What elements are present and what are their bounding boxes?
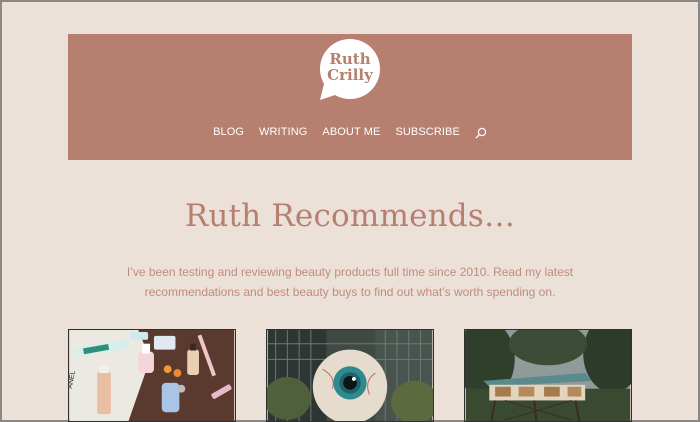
nav-item-subscribe[interactable]: SUBSCRIBE — [395, 126, 459, 138]
search-icon[interactable] — [475, 126, 487, 139]
treehouse-cabin-image — [465, 330, 631, 421]
intro-line-2: recommendations and best beauty buys to … — [144, 285, 556, 299]
article-card-treehouse-cabin[interactable] — [464, 329, 632, 422]
intro-line-1: I’ve been testing and reviewing beauty p… — [126, 265, 574, 279]
nav-item-about-me[interactable]: ABOUT ME — [322, 126, 380, 138]
nav-item-writing[interactable]: WRITING — [259, 126, 307, 138]
logo-text: Ruth Crilly — [318, 51, 382, 83]
intro-text: I’ve been testing and reviewing beauty p… — [120, 262, 580, 302]
page-title: Ruth Recommends… — [184, 198, 516, 234]
eyeball-sculpture-image — [267, 330, 433, 421]
logo-line-2: Crilly — [327, 66, 373, 84]
site-logo[interactable]: Ruth Crilly — [318, 38, 382, 102]
article-card-eyeball-sculpture[interactable] — [266, 329, 434, 422]
article-card-beauty-products[interactable]: ANEL — [68, 329, 236, 422]
logo-line-1: Ruth — [329, 50, 371, 68]
beauty-products-image: ANEL — [69, 330, 235, 421]
nav-item-blog[interactable]: BLOG — [213, 126, 244, 138]
main-nav: BLOG WRITING ABOUT ME SUBSCRIBE — [68, 126, 632, 139]
